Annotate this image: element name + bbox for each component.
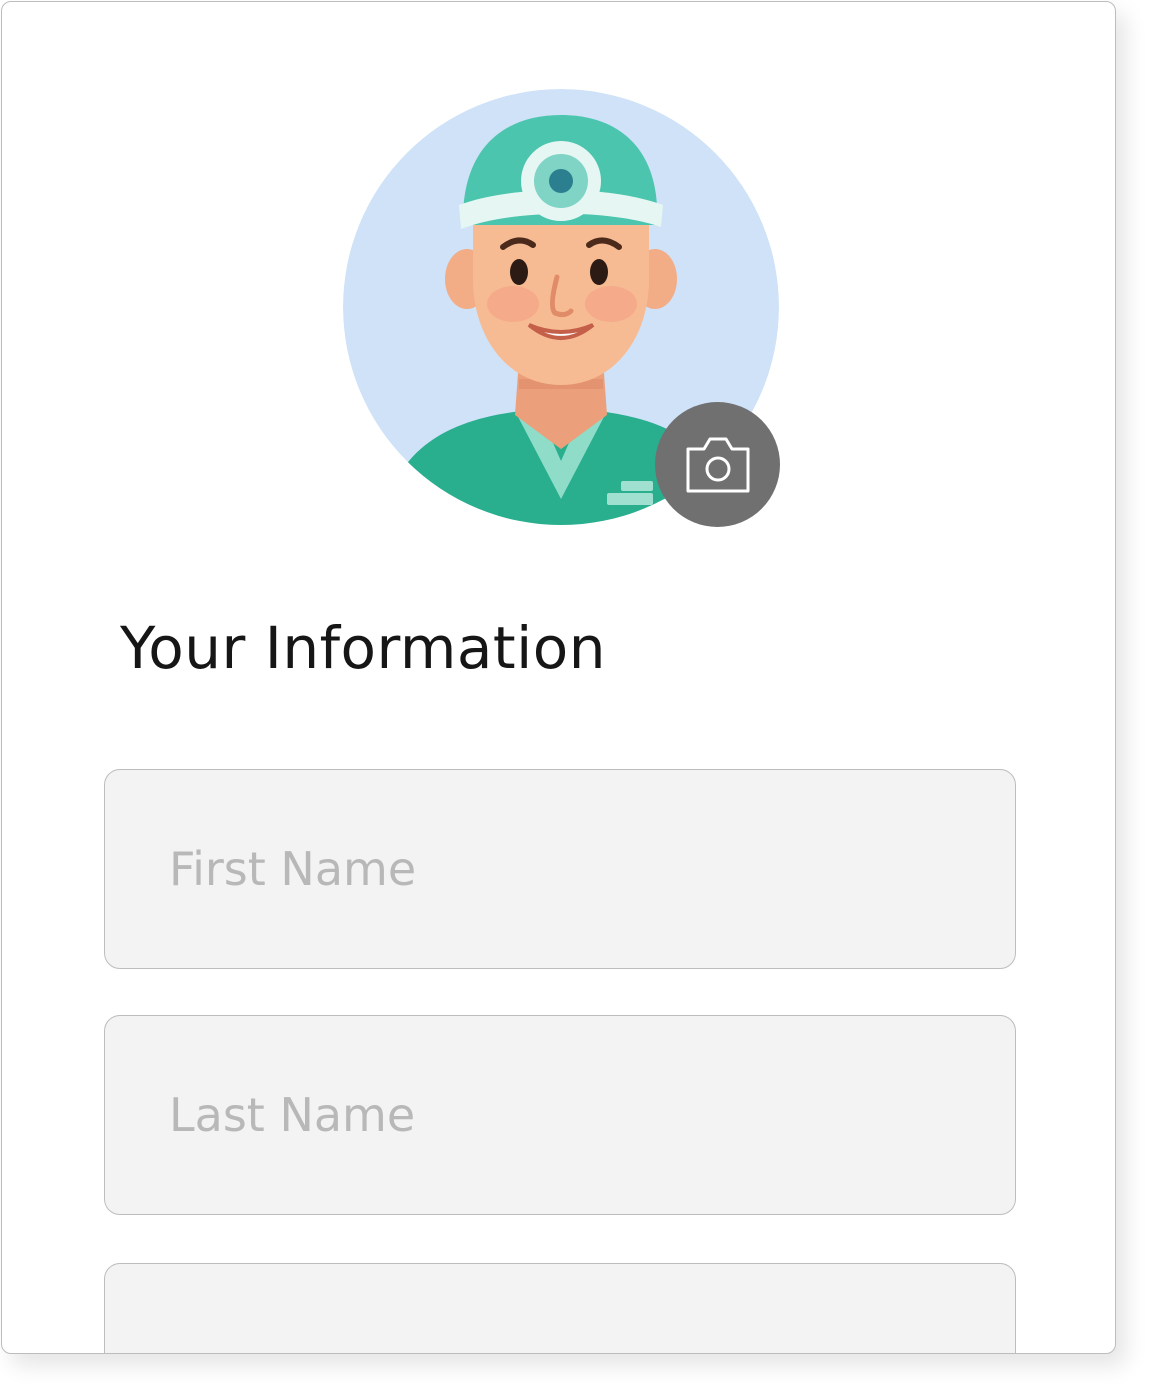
profile-card: Your Information — [1, 1, 1116, 1354]
first-name-field[interactable] — [104, 769, 1016, 969]
section-title: Your Information — [120, 614, 606, 682]
last-name-field[interactable] — [104, 1015, 1016, 1215]
last-name-input[interactable] — [105, 1016, 1015, 1214]
change-photo-button[interactable] — [655, 402, 780, 527]
camera-icon — [686, 437, 749, 492]
avatar-section — [343, 89, 781, 527]
first-name-input[interactable] — [105, 770, 1015, 968]
third-input[interactable] — [105, 1264, 1015, 1353]
third-field[interactable] — [104, 1263, 1016, 1353]
